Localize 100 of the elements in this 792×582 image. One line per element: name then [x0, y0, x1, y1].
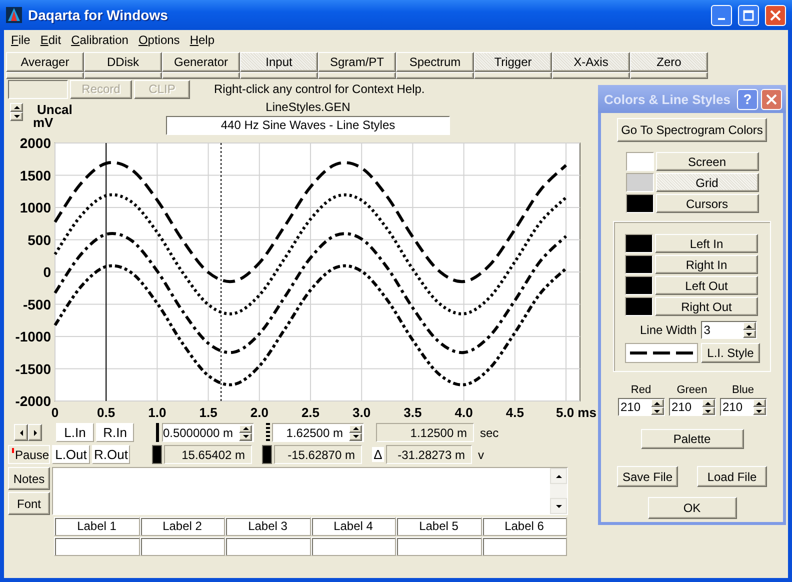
file-button[interactable]: Save File: [617, 466, 678, 487]
label-input-field[interactable]: [310, 537, 396, 556]
color-value-field[interactable]: 210: [720, 398, 766, 416]
cursor-time-field[interactable]: 1.62500 m: [272, 423, 364, 442]
label-input-field[interactable]: [140, 537, 225, 556]
spin-up-button[interactable]: [650, 399, 664, 407]
ok-button[interactable]: OK: [648, 497, 736, 519]
mode-button[interactable]: Averager: [6, 52, 84, 72]
channel-label: Green: [676, 384, 708, 396]
mode-button[interactable]: Input: [240, 52, 318, 72]
menu-item[interactable]: Calibration: [66, 33, 134, 47]
pause-button[interactable]: Pause: [8, 445, 50, 464]
delta-level-field: -31.28273 m: [386, 445, 472, 464]
time-unit: sec: [480, 426, 499, 440]
spin-up-button[interactable]: [702, 399, 714, 407]
axis-tick-label: -2000: [15, 393, 51, 409]
axis-tick-label: 1.0: [148, 405, 166, 420]
axis-tick-label: 4.5: [506, 405, 524, 420]
menu-item[interactable]: Options: [133, 33, 185, 47]
help-hint: Right-click any control for Context Help.: [214, 82, 425, 96]
mode-button[interactable]: DDisk: [84, 52, 162, 72]
channel-button[interactable]: L.Out: [52, 445, 90, 464]
color-value-field[interactable]: 210: [618, 398, 664, 416]
label-header-cell: Label 4: [310, 517, 396, 536]
channel-label: Blue: [732, 384, 754, 396]
trace-color-button[interactable]: Left In: [655, 234, 758, 253]
label-header-cell: Label 5: [396, 517, 482, 536]
axis-tick-label: 2.0: [250, 405, 268, 420]
label-header-cell: Label 6: [482, 517, 567, 536]
spin-up-button[interactable]: [742, 322, 756, 330]
color-target-button[interactable]: Screen: [656, 152, 758, 171]
mode-button[interactable]: X-Axis: [552, 52, 630, 72]
axis-tick-label: -500: [22, 296, 51, 312]
channel-button[interactable]: L.In: [56, 423, 94, 442]
channel-label: Red: [630, 384, 652, 396]
notes-button[interactable]: Notes: [8, 467, 50, 490]
delta-time-field: 1.12500 m: [376, 423, 474, 442]
label-input-field[interactable]: [396, 537, 482, 556]
mode-button[interactable]: Spectrum: [396, 52, 474, 72]
mode-button[interactable]: Sgram/PT: [318, 52, 396, 72]
spin-up-button[interactable]: [239, 424, 252, 432]
trace-title-field[interactable]: 440 Hz Sine Waves - Line Styles: [166, 116, 450, 135]
axis-tick-label: 500: [28, 232, 51, 248]
minimize-button[interactable]: [711, 4, 732, 26]
axis-tick-label: 1500: [20, 167, 51, 184]
units-label: Uncal: [36, 103, 72, 116]
spin-down-button[interactable]: [702, 407, 714, 415]
menu-item[interactable]: File: [6, 33, 36, 47]
status-box: [8, 80, 68, 98]
axis-tick-label: 1.5: [199, 405, 218, 420]
cursor-time-field[interactable]: 0.5000000 m: [162, 423, 254, 442]
left-arrow-button[interactable]: [14, 424, 28, 441]
trace-color-button[interactable]: Left Out: [655, 276, 758, 295]
trace-color-button[interactable]: Right In: [655, 255, 758, 274]
line-style-button[interactable]: L.I. Style: [701, 343, 760, 363]
spin-up-button[interactable]: [752, 399, 766, 407]
mode-button[interactable]: Trigger: [474, 52, 552, 72]
delta-symbol: Δ: [372, 447, 384, 462]
menu-item[interactable]: Help: [184, 33, 220, 47]
label-input-field[interactable]: [225, 537, 310, 556]
label-header-cell: Label 3: [225, 517, 310, 536]
mode-button[interactable]: Generator: [162, 52, 240, 72]
notes-button[interactable]: Font: [8, 492, 50, 515]
spectrogram-colors-button[interactable]: Go To Spectrogram Colors: [617, 118, 767, 142]
right-arrow-button[interactable]: [28, 424, 42, 441]
label-input-field[interactable]: [482, 537, 567, 556]
file-button[interactable]: Load File: [697, 466, 767, 487]
line-width-field[interactable]: 3: [700, 321, 757, 339]
axis-tick-label: 0.5: [97, 405, 116, 420]
spin-down-button[interactable]: [10, 112, 23, 121]
maximize-button[interactable]: [738, 4, 759, 26]
channel-button[interactable]: R.Out: [92, 445, 130, 464]
cursor-style-icon: [266, 423, 270, 442]
color-target-button[interactable]: Cursors: [656, 194, 758, 213]
color-value-field[interactable]: 210: [668, 398, 716, 416]
axis-tick-label: 0: [43, 264, 51, 280]
spin-down-button[interactable]: [752, 407, 766, 415]
label-input-field[interactable]: [54, 537, 140, 556]
axis-tick-label: 2000: [20, 135, 51, 151]
close-button[interactable]: [765, 4, 786, 26]
color-target-button[interactable]: Grid: [656, 173, 758, 192]
spin-down-button[interactable]: [650, 407, 664, 415]
trace-color-button[interactable]: Right Out: [655, 297, 758, 316]
line-width-label: Line Width: [640, 323, 697, 337]
file-name: LineStyles.GEN: [266, 99, 350, 116]
units-label: mV: [32, 116, 54, 129]
axis-tick-label: 5.0 ms: [556, 405, 596, 420]
close-button[interactable]: [761, 88, 782, 110]
cursor-time-value: 0.5000000 m: [162, 426, 233, 440]
axis-tick-label: 0: [51, 405, 59, 420]
spin-up-button[interactable]: [349, 424, 362, 432]
palette-button[interactable]: Palette: [640, 429, 744, 449]
mode-button[interactable]: Zero: [630, 52, 708, 72]
spin-up-button[interactable]: [10, 103, 23, 112]
menu-item[interactable]: Edit: [35, 33, 66, 47]
axis-tick-label: 4.0: [454, 405, 473, 420]
cursor-level-field: 15.65402 m: [164, 445, 252, 464]
spin-down-button[interactable]: [742, 330, 756, 338]
cursor-time-value: 1.62500 m: [286, 426, 343, 440]
channel-button[interactable]: R.In: [96, 423, 134, 442]
